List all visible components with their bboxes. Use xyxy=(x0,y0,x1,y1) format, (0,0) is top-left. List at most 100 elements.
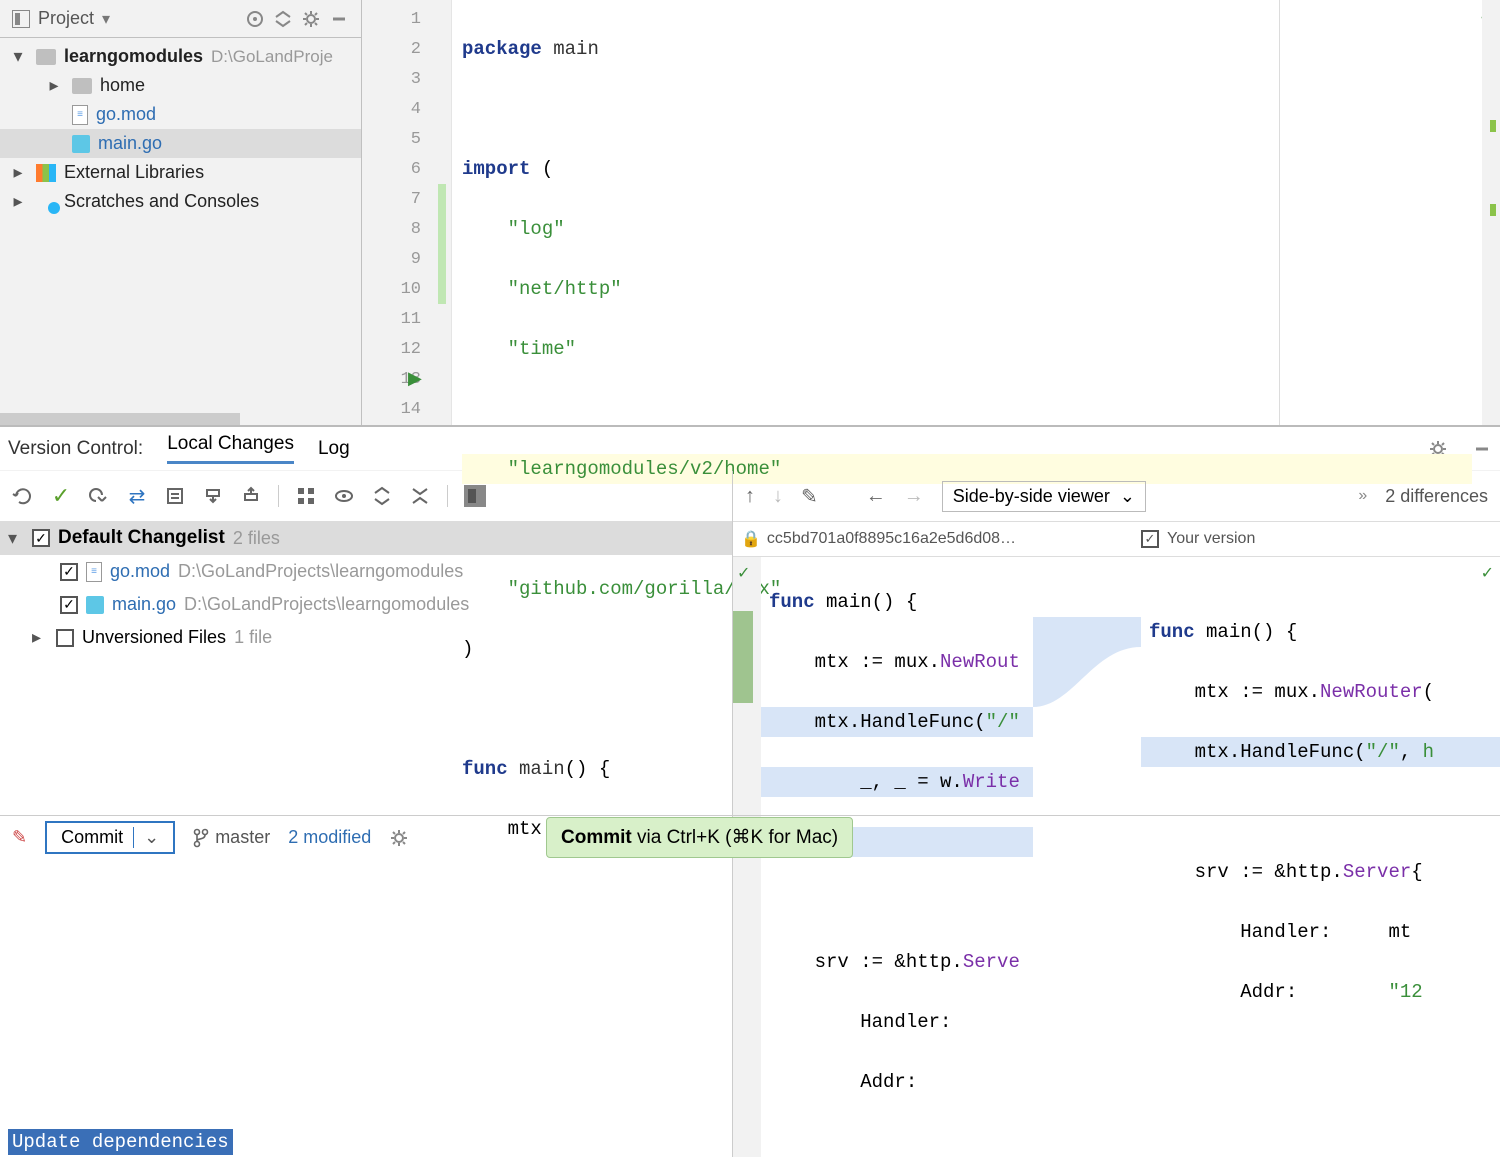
project-sidebar: Project ▾ ▾ learngomodules D:\GoLandProj… xyxy=(0,0,362,425)
tree-item-scratches[interactable]: ▸ Scratches and Consoles xyxy=(0,187,361,216)
collapse-icon[interactable] xyxy=(273,9,293,29)
project-root-path: D:\GoLandProje xyxy=(211,47,333,67)
unversioned-label: Unversioned Files xyxy=(82,627,226,648)
tree-item-home[interactable]: ▸ home xyxy=(0,71,361,100)
unversioned-count: 1 file xyxy=(234,627,272,648)
back-icon[interactable]: ← xyxy=(866,485,886,508)
checkbox[interactable]: ✓ xyxy=(60,563,78,581)
tab-local-changes[interactable]: Local Changes xyxy=(167,433,294,464)
caret-down-icon[interactable]: ▾ xyxy=(8,46,28,67)
sidebar-scrollbar[interactable] xyxy=(0,413,240,425)
commit-icon[interactable]: ✓ xyxy=(50,485,72,507)
gear-icon[interactable] xyxy=(389,828,409,848)
checkbox[interactable]: ✓ xyxy=(1141,530,1159,548)
folder-icon xyxy=(72,78,92,94)
checkbox[interactable] xyxy=(56,629,74,647)
caret-right-icon[interactable]: ▸ xyxy=(8,191,28,212)
chevron-down-icon[interactable]: ⌄ xyxy=(133,827,159,848)
edit-commit-icon[interactable]: ✎ xyxy=(12,827,27,848)
tree-item-label: home xyxy=(100,75,145,96)
checkbox[interactable]: ✓ xyxy=(32,529,50,547)
file-path: D:\GoLandProjects\learngomodules xyxy=(184,594,469,615)
more-icon[interactable]: » xyxy=(1358,487,1367,505)
caret-right-icon[interactable]: ▸ xyxy=(8,162,28,183)
commit-message-text: Update dependencies xyxy=(8,1129,233,1155)
file-icon: ≡ xyxy=(86,562,102,582)
editor-gutter: 123 456 789 101112 1314 ▶ xyxy=(362,0,452,425)
code-editor[interactable]: 123 456 789 101112 1314 ▶ package main i… xyxy=(362,0,1500,425)
forward-icon[interactable]: → xyxy=(904,485,924,508)
next-diff-icon[interactable]: ↓ xyxy=(773,485,783,508)
go-file-icon xyxy=(86,596,104,614)
editor-marker-bar[interactable] xyxy=(1482,0,1500,425)
project-view-icon[interactable] xyxy=(12,10,30,28)
tab-log[interactable]: Log xyxy=(318,438,350,460)
changelist-name: Default Changelist xyxy=(58,527,225,549)
gear-icon[interactable] xyxy=(301,9,321,29)
caret-right-icon[interactable]: ▸ xyxy=(32,627,48,648)
commit-message-input[interactable]: Update dependencies xyxy=(0,1127,732,1157)
status-bar: ✎ Commit ⌄ master 2 modified Commit via … xyxy=(0,815,1500,859)
commit-button[interactable]: Commit ⌄ xyxy=(45,821,175,854)
edit-icon[interactable]: ✎ xyxy=(801,484,818,509)
diff-left-revision: cc5bd701a0f8895c16a2e5d6d08… xyxy=(767,530,1016,548)
group-icon[interactable] xyxy=(295,485,317,507)
caret-right-icon[interactable]: ▸ xyxy=(44,75,64,96)
collapse-all-icon[interactable] xyxy=(409,485,431,507)
hint-bold: Commit xyxy=(561,827,632,848)
lock-icon: 🔒 xyxy=(741,529,761,549)
library-icon xyxy=(36,164,56,182)
shelve-icon[interactable] xyxy=(202,485,224,507)
file-name: go.mod xyxy=(110,561,170,582)
commit-hint-tooltip: Commit via Ctrl+K (⌘K for Mac) xyxy=(546,817,853,858)
go-file-icon xyxy=(72,135,90,153)
hint-text: via Ctrl+K (⌘K for Mac) xyxy=(632,827,838,848)
version-control-panel: Version Control: Local Changes Log ✓ ⇄ xyxy=(0,425,1500,815)
diff-count: 2 differences xyxy=(1385,486,1488,507)
file-icon: ≡ xyxy=(72,105,88,125)
project-root-row[interactable]: ▾ learngomodules D:\GoLandProje xyxy=(0,42,361,71)
file-name: main.go xyxy=(112,594,176,615)
viewer-mode-select[interactable]: Side-by-side viewer ⌄ xyxy=(942,481,1146,512)
minimize-icon[interactable] xyxy=(1472,439,1492,459)
checkbox[interactable]: ✓ xyxy=(60,596,78,614)
diff-viewer: ↑ ↓ ✎ ← → Side-by-side viewer ⌄ » 2 diff… xyxy=(732,471,1500,1157)
prev-diff-icon[interactable]: ↑ xyxy=(745,485,755,508)
inspection-ok-icon: ✓ xyxy=(1481,559,1494,589)
tree-item-maingo[interactable]: main.go xyxy=(0,129,361,158)
project-label[interactable]: Project xyxy=(38,8,94,29)
refresh-icon[interactable] xyxy=(12,485,34,507)
folder-icon xyxy=(36,49,56,65)
scratch-icon xyxy=(36,192,56,212)
file-path: D:\GoLandProjects\learngomodules xyxy=(178,561,463,582)
run-gutter-icon[interactable]: ▶ xyxy=(408,368,422,389)
tree-item-label: External Libraries xyxy=(64,162,204,183)
modified-count[interactable]: 2 modified xyxy=(288,827,371,848)
project-tree: ▾ learngomodules D:\GoLandProje ▸ home ≡… xyxy=(0,38,361,216)
diff-icon[interactable]: ⇄ xyxy=(126,485,148,507)
inspection-ok-icon: ✓ xyxy=(737,559,750,589)
tree-item-label: main.go xyxy=(98,133,162,154)
tree-item-label: go.mod xyxy=(96,104,156,125)
code-content[interactable]: package main import ( "log" "net/http" "… xyxy=(452,0,1482,425)
viewer-mode-label: Side-by-side viewer xyxy=(953,486,1110,507)
changelist-count: 2 files xyxy=(233,528,280,549)
vcs-change-marker xyxy=(438,184,446,304)
preview-icon[interactable] xyxy=(333,485,355,507)
caret-down-icon[interactable]: ▾ xyxy=(8,528,24,549)
git-branch-widget[interactable]: master xyxy=(193,827,270,848)
chevron-down-icon[interactable]: ▾ xyxy=(102,9,110,29)
branch-name: master xyxy=(215,827,270,848)
unshelve-icon[interactable] xyxy=(240,485,262,507)
minimize-icon[interactable] xyxy=(329,9,349,29)
tree-item-external-libraries[interactable]: ▸ External Libraries xyxy=(0,158,361,187)
chevron-down-icon: ⌄ xyxy=(1120,486,1135,507)
target-icon[interactable] xyxy=(245,9,265,29)
project-root-name: learngomodules xyxy=(64,46,203,67)
diff-connector xyxy=(1033,613,1141,713)
branch-icon xyxy=(193,828,209,848)
tree-item-gomod[interactable]: ≡ go.mod xyxy=(0,100,361,129)
expand-all-icon[interactable] xyxy=(371,485,393,507)
changelist-icon[interactable] xyxy=(164,485,186,507)
rollback-icon[interactable] xyxy=(88,485,110,507)
